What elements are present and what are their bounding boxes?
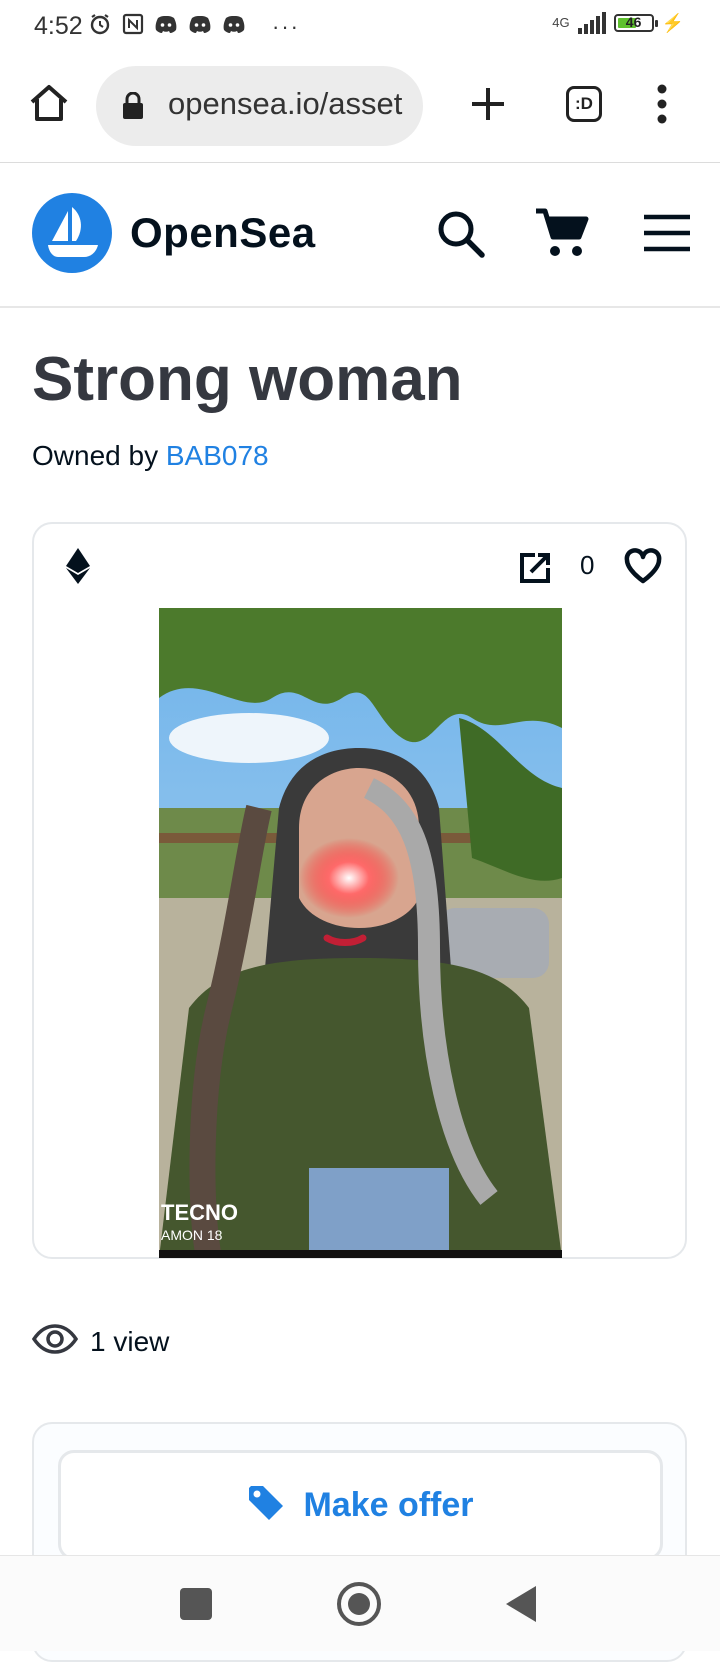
status-time: 4:52 <box>34 12 83 40</box>
search-icon[interactable] <box>434 207 488 261</box>
owned-by-label: Owned by <box>32 440 159 471</box>
site-name[interactable]: OpenSea <box>130 209 316 257</box>
home-icon[interactable] <box>26 80 72 126</box>
owner-link[interactable]: BAB078 <box>166 440 269 471</box>
make-offer-label: Make offer <box>303 1485 474 1524</box>
ethereum-icon[interactable] <box>66 548 90 584</box>
eye-icon <box>31 1324 79 1359</box>
tabs-icon[interactable]: :D <box>566 86 602 122</box>
tag-icon <box>247 1484 285 1527</box>
lock-icon <box>122 91 144 125</box>
charging-icon: ⚡ <box>661 12 684 33</box>
plus-icon[interactable] <box>466 82 510 126</box>
watermark-line2: AMON 18 <box>161 1227 223 1243</box>
asset-image[interactable]: TECNO AMON 18 <box>159 608 562 1258</box>
favorites-count: 0 <box>580 550 595 580</box>
status-right: 4G 46 ⚡ <box>552 12 684 34</box>
url-text: opensea.io/asset <box>168 86 403 121</box>
views-count: 1 view <box>90 1325 170 1357</box>
signal-icon <box>577 12 606 34</box>
home-nav-icon[interactable] <box>337 1582 381 1626</box>
alarm-icon <box>88 12 112 42</box>
cart-icon[interactable] <box>534 205 590 261</box>
notification-icons: ··· <box>88 12 300 42</box>
discord-icon <box>188 14 212 40</box>
views-row: 1 view <box>31 1324 170 1359</box>
discord-icon <box>222 14 246 40</box>
page-title: Strong woman <box>32 345 463 414</box>
more-vert-icon[interactable] <box>656 82 668 126</box>
nfc-icon <box>122 13 144 41</box>
owned-by: Owned by BAB078 <box>32 440 269 472</box>
browser-toolbar: opensea.io/asset :D <box>0 58 720 163</box>
menu-icon[interactable] <box>642 213 692 253</box>
more-notifications-icon: ··· <box>272 14 300 39</box>
site-header: OpenSea <box>0 163 720 308</box>
watermark-line1: TECNO <box>161 1200 238 1225</box>
system-nav-bar <box>0 1555 720 1651</box>
recents-icon[interactable] <box>180 1588 212 1620</box>
battery-level: 46 <box>625 14 642 30</box>
asset-card: 0 TECNO AMON 18 <box>32 522 687 1259</box>
discord-icon <box>154 14 178 40</box>
battery-icon: 46 <box>613 14 658 32</box>
heart-icon[interactable] <box>624 548 662 584</box>
external-link-icon[interactable] <box>519 552 551 584</box>
address-bar[interactable]: opensea.io/asset <box>96 66 423 146</box>
opensea-logo-icon[interactable] <box>32 193 112 273</box>
status-bar: 4:52 ··· 4G 46 ⚡ <box>0 0 720 52</box>
back-icon[interactable] <box>506 1586 536 1622</box>
network-label: 4G <box>552 15 570 30</box>
make-offer-button[interactable]: Make offer <box>58 1450 663 1560</box>
